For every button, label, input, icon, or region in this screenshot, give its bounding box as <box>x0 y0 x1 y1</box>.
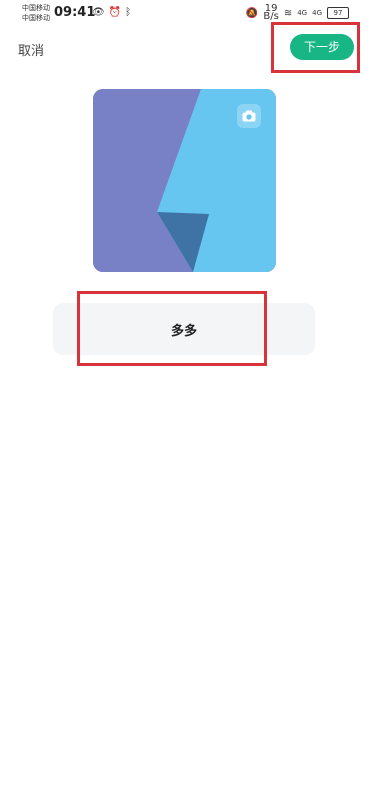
battery-icon: 97 <box>327 7 349 19</box>
mute-bell-icon: 🔕 <box>245 7 259 19</box>
carrier-1: 中国移动 <box>22 4 50 12</box>
status-time: 09:41 <box>54 5 96 20</box>
carrier-2: 中国移动 <box>22 14 50 22</box>
cancel-button[interactable]: 取消 <box>18 40 44 59</box>
name-field[interactable]: 多多 <box>53 303 315 355</box>
signal-1: 4G <box>297 9 308 17</box>
camera-icon[interactable] <box>237 104 261 128</box>
status-bar: 中国移动 中国移动 09:41 👁 ⏰ ᛒ 🔕 19 B/s ≋ 4G 4G 9… <box>0 0 369 28</box>
bluetooth-icon: ᛒ <box>125 7 132 18</box>
status-icons-right: 🔕 19 B/s ≋ 4G 4G 97 <box>245 4 349 22</box>
next-step-button[interactable]: 下一步 <box>290 34 354 60</box>
eye-icon: 👁 <box>92 7 105 18</box>
status-icons-left: 👁 ⏰ ᛒ <box>92 7 131 18</box>
name-value: 多多 <box>170 322 197 338</box>
signal-2: 4G <box>312 9 322 17</box>
carrier-info: 中国移动 中国移动 <box>22 3 50 23</box>
wifi-icon: ≋ <box>283 7 293 19</box>
network-speed: 19 B/s <box>263 4 279 22</box>
alarm-icon: ⏰ <box>108 7 122 18</box>
network-speed-unit: B/s <box>263 11 279 22</box>
